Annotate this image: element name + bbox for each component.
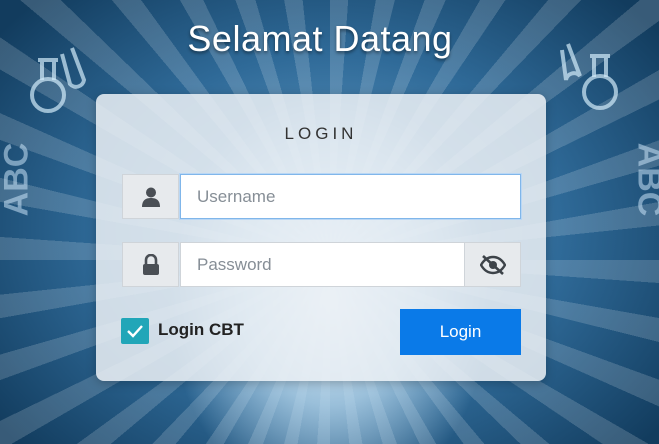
username-addon (122, 174, 179, 219)
eye-slash-icon (479, 254, 506, 275)
password-input[interactable] (195, 253, 450, 276)
login-cbt-label[interactable]: Login CBT (158, 320, 244, 340)
background-text-right: ABC (630, 142, 659, 217)
page-title: Selamat Datang (187, 18, 453, 59)
lock-icon (142, 253, 159, 275)
password-addon (122, 242, 179, 287)
toggle-password-button[interactable] (464, 242, 521, 287)
login-button[interactable]: Login (400, 309, 521, 355)
background-text-left: ABC (0, 142, 36, 217)
username-field[interactable] (180, 174, 521, 219)
password-field[interactable] (180, 242, 465, 287)
username-input[interactable] (195, 185, 506, 208)
check-icon (127, 325, 143, 338)
user-icon (141, 187, 160, 207)
login-heading: LOGIN (284, 124, 358, 143)
login-cbt-checkbox[interactable] (121, 318, 149, 344)
